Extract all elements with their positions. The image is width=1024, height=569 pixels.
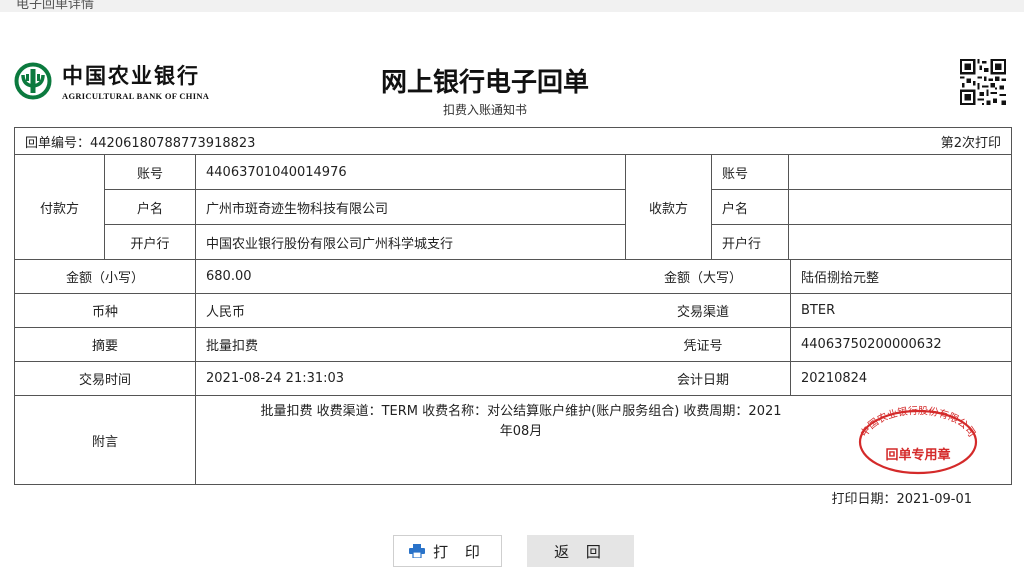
bank-name-en: AGRICULTURAL BANK OF CHINA: [62, 91, 210, 101]
payee-account-label: 账号: [712, 155, 789, 189]
currency-row: 币种 人民币 BTER 交易渠道: [15, 294, 1011, 328]
channel-value: BTER: [801, 303, 836, 318]
payee-account-value: [789, 155, 1011, 189]
trade-time-label: 交易时间: [15, 362, 196, 395]
payer-bank-label: 开户行: [105, 225, 196, 260]
voucher-label: 凭证号: [683, 339, 723, 354]
remark-line-2: 年08月: [499, 424, 543, 439]
payer-bank-row: 开户行 中国农业银行股份有限公司广州科学城支行: [105, 225, 625, 260]
print-date: 打印日期：2021-09-01: [831, 492, 972, 507]
trade-time-row: 交易时间 2021-08-24 21:31:03 20210824 会计日期: [15, 362, 1011, 396]
remark-label: 附言: [15, 396, 196, 484]
payee-name-row: 户名: [712, 190, 1011, 225]
seal-stamp-icon: 中国农业银行股份有限公司 回单专用章: [857, 404, 978, 475]
remark-line-1: 批量扣费 收费渠道：TERM 收费名称：对公结算账户维护(账户服务组合) 收费周…: [260, 404, 782, 419]
accounting-date-label: 会计日期: [676, 373, 729, 388]
bank-name-cn: 中国农业银行: [62, 63, 200, 88]
currency-label: 币种: [15, 294, 196, 327]
payer-account-row: 账号 44063701040014976: [105, 155, 625, 190]
receipt-seal: 中国农业银行股份有限公司 回单专用章: [853, 404, 983, 476]
payer-account-value: 44063701040014976: [206, 164, 347, 180]
seal-bottom-text: 回单专用章: [885, 447, 950, 463]
payer-bank-value: 中国农业银行股份有限公司广州科学城支行: [206, 237, 454, 252]
payee-bank-value: [789, 225, 1011, 260]
payee-bank-row: 开户行: [712, 225, 1011, 260]
payer-name-label: 户名: [105, 190, 196, 224]
payer-details: 账号 44063701040014976 户名 广州市斑奇迹生物科技有限公司 开…: [105, 155, 626, 260]
svg-text:中国农业银行股份有限公司: 中国农业银行股份有限公司: [857, 404, 977, 439]
receipt-number-row: 回单编号：44206180788773918823 第2次打印: [15, 128, 1011, 155]
remark-row: 附言 批量扣费 收费渠道：TERM 收费名称：对公结算账户维护(账户服务组合) …: [15, 396, 1011, 484]
document-title: 网上银行电子回单: [380, 68, 589, 98]
bank-logo: 中国农业银行 AGRICULTURAL BANK OF CHINA: [14, 60, 274, 106]
amount-small-label: 金额（小写）: [15, 260, 196, 293]
print-button-label: 打 印: [433, 542, 486, 561]
amount-row: 金额（小写） 680.00 陆佰捌拾元整 金额（大写）: [15, 260, 1011, 294]
receipt-number: 回单编号：44206180788773918823: [25, 135, 256, 151]
print-button[interactable]: 打 印: [393, 535, 502, 567]
voucher-value: 44063750200000632: [801, 337, 942, 352]
payee-account-row: 账号: [712, 155, 1011, 190]
back-button[interactable]: 返 回: [527, 535, 634, 567]
payee-details: 账号 户名 开户行: [712, 155, 1011, 260]
payee-group-label: 收款方: [626, 155, 712, 259]
payer-name-row: 户名 广州市斑奇迹生物科技有限公司: [105, 190, 625, 225]
parties-block: 付款方 账号 44063701040014976 户名 广州市斑奇迹生物科技有限…: [15, 155, 1011, 260]
amount-big-label: 金额（大写）: [663, 271, 742, 286]
payer-name-value: 广州市斑奇迹生物科技有限公司: [206, 201, 389, 217]
payee-bank-label: 开户行: [712, 225, 789, 260]
window-title-bar: 电子回单详情: [0, 0, 1024, 12]
document-subtitle: 扣费入账通知书: [442, 103, 527, 117]
back-button-label: 返 回: [554, 542, 607, 561]
receipt-table: 回单编号：44206180788773918823 第2次打印 付款方 账号 4…: [14, 127, 1012, 485]
printer-icon: [409, 544, 426, 558]
payer-account-label: 账号: [105, 155, 196, 189]
accounting-date-value: 20210824: [801, 371, 868, 386]
summary-label: 摘要: [15, 328, 196, 361]
remark-text: 批量扣费 收费渠道：TERM 收费名称：对公结算账户维护(账户服务组合) 收费周…: [211, 396, 831, 484]
qr-code-icon: [960, 59, 1006, 105]
print-count: 第2次打印: [940, 135, 1001, 151]
summary-row: 摘要 批量扣费 44063750200000632 凭证号: [15, 328, 1011, 362]
abc-logo-icon: [14, 62, 52, 100]
payee-name-value: [789, 190, 1011, 224]
amount-big-value: 陆佰捌拾元整: [801, 271, 880, 286]
payee-name-label: 户名: [712, 190, 789, 224]
window-title: 电子回单详情: [16, 0, 95, 12]
channel-label: 交易渠道: [676, 305, 729, 320]
seal-top-text: 中国农业银行股份有限公司: [857, 404, 977, 439]
payer-group-label: 付款方: [15, 155, 105, 259]
